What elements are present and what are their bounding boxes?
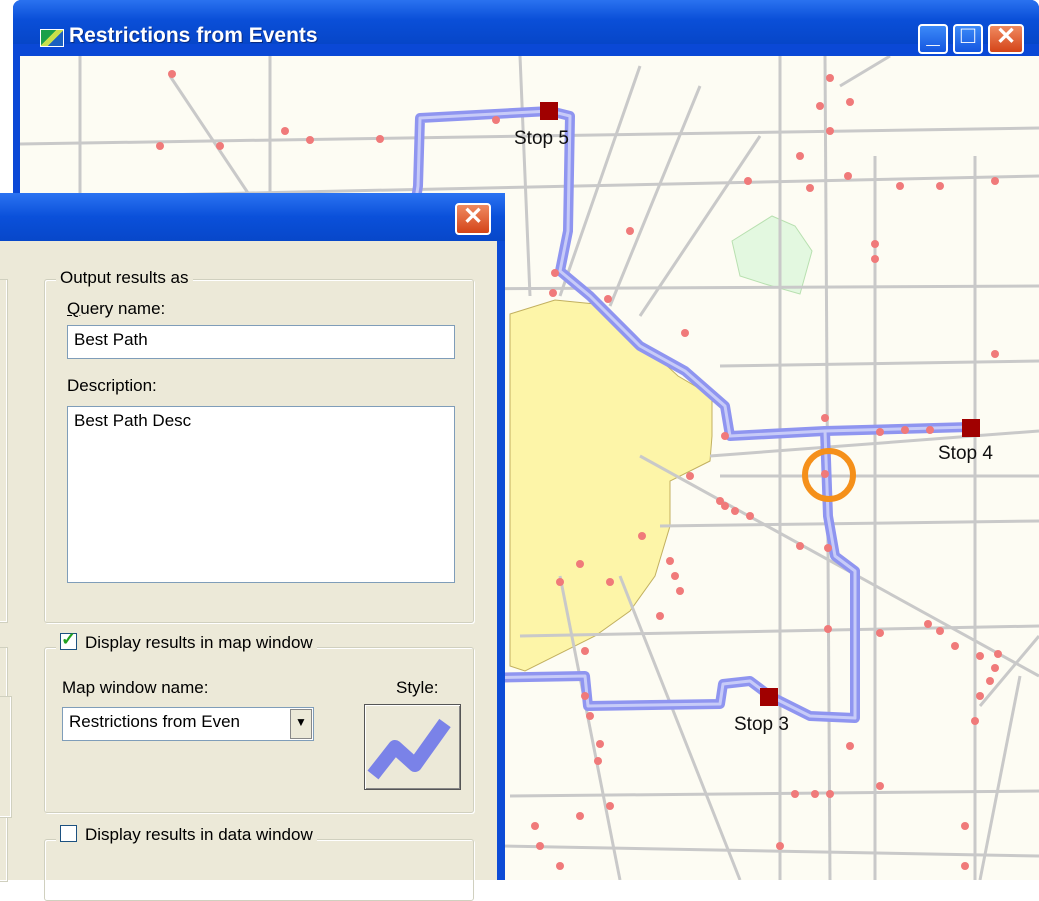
dialog-body: Output results as Query name: Best Path … [0,241,497,901]
city-area [509,299,713,672]
stop-3-marker [760,688,778,706]
data-window-legend: Display results in data window [56,825,317,845]
description-textarea[interactable]: Best Path Desc [67,406,455,583]
query-name-mnemonic: Q [67,299,81,318]
park-area [731,215,813,295]
query-name-label-rest: uery name: [80,299,166,318]
map-window-name-value: Restrictions from Even [69,712,240,731]
display-map-label: Display results in map window [85,633,313,652]
stop-3-label: Stop 3 [734,714,789,735]
close-icon: ✕ [462,203,484,230]
map-app-icon [40,29,64,47]
stop-4-marker [962,419,980,437]
path-dialog: ✕ Output results as Query name: Best Pat… [0,193,505,901]
map-window-legend: ✓ Display results in map window [56,629,317,653]
display-map-checkbox[interactable]: ✓ [60,629,77,650]
map-window-name-label: Map window name: [62,678,209,697]
maximize-button[interactable]: □ [953,22,983,54]
style-label: Style: [396,678,439,697]
display-data-checkbox[interactable] [60,825,77,842]
left-group-stub [0,279,8,623]
display-data-label: Display results in data window [85,825,313,844]
stop-4-label: Stop 4 [938,443,993,464]
stop-5-marker [540,102,558,120]
checkmark-icon: ✓ [61,629,77,649]
dialog-close-button[interactable]: ✕ [455,203,491,235]
data-window-group [44,839,474,901]
dialog-titlebar[interactable]: ✕ [0,193,505,241]
map-window-title: Restrictions from Events [69,24,318,47]
line-style-icon [367,718,451,780]
minimize-icon: _ [926,22,940,49]
query-name-input[interactable]: Best Path [67,325,455,359]
close-icon: ✕ [995,23,1017,50]
stop-5-label: Stop 5 [514,128,569,149]
style-button[interactable] [364,704,461,790]
output-results-legend: Output results as [56,268,193,288]
description-label: Description: [67,376,157,395]
map-close-button[interactable]: ✕ [988,23,1024,54]
map-window-titlebar[interactable]: Restrictions from Events _ □ ✕ [13,0,1039,54]
minimize-button[interactable]: _ [918,22,948,54]
map-window-name-select[interactable]: Restrictions from Even ▼ [62,707,314,741]
chevron-down-icon[interactable]: ▼ [290,709,312,739]
maximize-icon: □ [960,22,976,49]
query-name-label: Query name: [67,299,165,319]
left-control-stub [0,696,12,818]
